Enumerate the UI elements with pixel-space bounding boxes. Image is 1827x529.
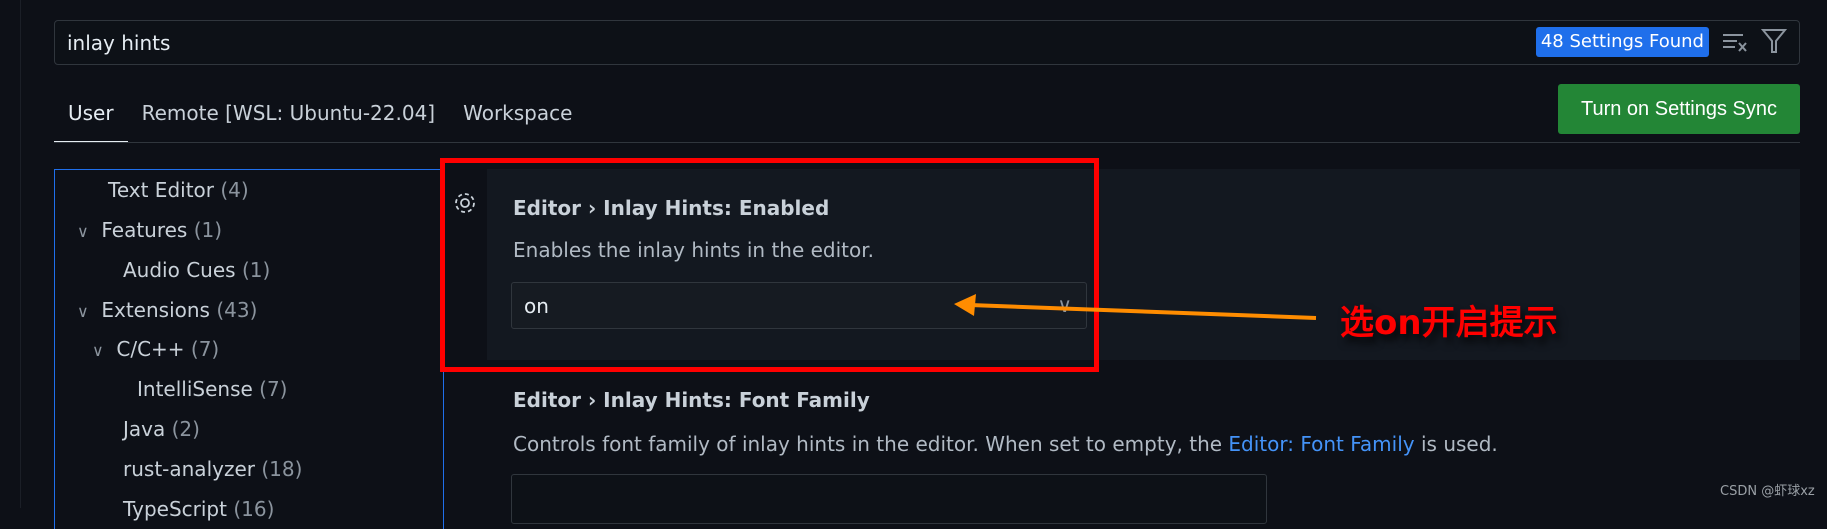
tree-item-cpp[interactable]: ∨ C/C++ (7): [92, 337, 219, 361]
results-count-badge: 48 Settings Found: [1535, 27, 1709, 57]
tree-item-rust-analyzer[interactable]: rust-analyzer (18): [123, 457, 302, 481]
tree-item-audio-cues[interactable]: Audio Cues (1): [123, 258, 270, 282]
setting-description: Controls font family of inlay hints in t…: [513, 432, 1498, 456]
annotation-arrow: [954, 294, 1317, 320]
tree-item-extensions[interactable]: ∨ Extensions (43): [77, 298, 257, 322]
search-query: inlay hints: [67, 31, 171, 55]
inlay-hints-font-family-input[interactable]: [511, 474, 1267, 524]
watermark: CSDN @虾球xz: [1720, 484, 1815, 499]
highlight-box: [440, 158, 1099, 372]
tree-item-features[interactable]: ∨ Features (1): [77, 218, 222, 242]
divider: [54, 142, 1800, 143]
tree-item-text-editor[interactable]: Text Editor (4): [108, 178, 249, 202]
settings-scope-tabs: User Remote [WSL: Ubuntu-22.04] Workspac…: [54, 95, 586, 143]
chevron-down-icon: ∨: [77, 302, 89, 321]
editor-font-family-link[interactable]: Editor: Font Family: [1228, 432, 1414, 456]
tree-item-java[interactable]: Java (2): [123, 417, 200, 441]
filter-icon[interactable]: [1760, 27, 1788, 55]
tree-item-typescript[interactable]: TypeScript (16): [123, 497, 274, 521]
annotation-text: 选on开启提示: [1340, 303, 1558, 343]
turn-on-settings-sync-button[interactable]: Turn on Settings Sync: [1558, 84, 1800, 134]
tab-user[interactable]: User: [54, 95, 128, 143]
chevron-down-icon: ∨: [92, 341, 104, 360]
tab-workspace[interactable]: Workspace: [449, 95, 586, 143]
settings-search-input[interactable]: inlay hints 48 Settings Found: [54, 20, 1800, 65]
chevron-down-icon: ∨: [77, 222, 89, 241]
tab-remote[interactable]: Remote [WSL: Ubuntu-22.04]: [128, 95, 450, 143]
tree-item-intellisense[interactable]: IntelliSense (7): [137, 377, 288, 401]
divider: [20, 0, 21, 508]
settings-toc-tree: Text Editor (4) ∨ Features (1) Audio Cue…: [54, 169, 444, 529]
clear-filter-icon[interactable]: [1721, 29, 1749, 55]
setting-title: Editor › Inlay Hints: Font Family: [513, 388, 870, 412]
